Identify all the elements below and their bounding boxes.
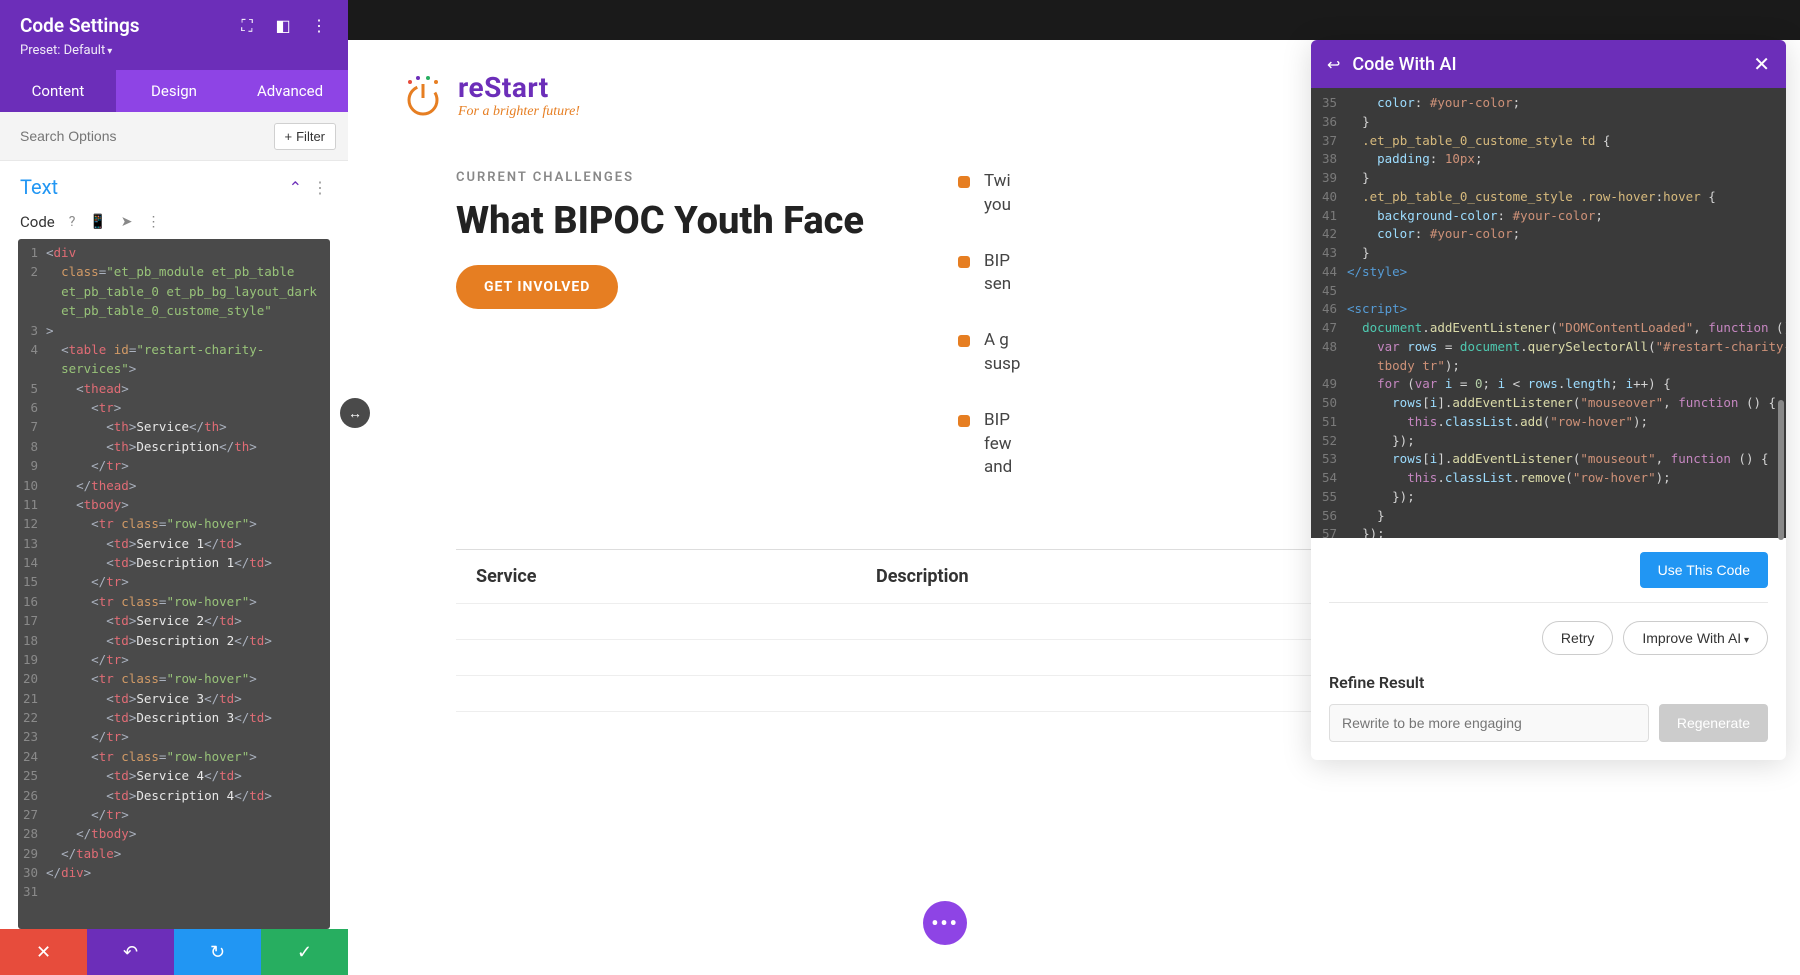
resize-handle[interactable]: ↔ xyxy=(340,398,370,428)
bullet-text: Twi you xyxy=(984,170,1024,218)
cursor-icon[interactable]: ➤ xyxy=(121,214,133,230)
bullet-icon xyxy=(958,256,970,268)
mobile-icon[interactable]: 📱 xyxy=(89,214,106,230)
logo-text: reStart xyxy=(458,71,580,104)
bullet-icon xyxy=(958,176,970,188)
cta-button[interactable]: GET INVOLVED xyxy=(456,265,618,309)
filter-button[interactable]: +Filter xyxy=(274,123,336,150)
help-icon[interactable]: ? xyxy=(69,214,76,230)
search-input[interactable] xyxy=(12,122,274,150)
ai-code-output[interactable]: 35 color: #your-color;36 }37 .et_pb_tabl… xyxy=(1311,88,1786,538)
close-icon[interactable]: ✕ xyxy=(1753,52,1770,76)
settings-sidebar: Code Settings ⛶ ◧ ⋮ Preset: Default▾ Con… xyxy=(0,0,348,975)
redo-button[interactable]: ↻ xyxy=(174,929,261,975)
panel-icon[interactable]: ◧ xyxy=(274,17,292,35)
fab-button[interactable]: ••• xyxy=(923,901,967,945)
bullet-icon xyxy=(958,415,970,427)
settings-tabs: Content Design Advanced xyxy=(0,70,348,112)
ai-panel-header: ↩ Code With AI ✕ xyxy=(1311,40,1786,88)
bullet-text: BIP sen xyxy=(984,250,1024,298)
logo-tagline: For a brighter future! xyxy=(458,104,580,120)
bullet-text: A g susp xyxy=(984,329,1024,377)
sidebar-title: Code Settings xyxy=(20,14,140,37)
cancel-button[interactable]: ✕ xyxy=(0,929,87,975)
improve-button[interactable]: Improve With AI xyxy=(1623,621,1768,655)
bullet-icon xyxy=(958,335,970,347)
ai-panel-title: Code With AI xyxy=(1352,54,1456,75)
search-row: +Filter xyxy=(0,112,348,161)
scrollbar[interactable] xyxy=(1778,400,1784,540)
ai-panel: ↩ Code With AI ✕ 35 color: #your-color;3… xyxy=(1311,40,1786,760)
tab-content[interactable]: Content xyxy=(0,70,116,112)
section-title: Text xyxy=(20,175,58,199)
section-more-icon[interactable]: ⋮ xyxy=(312,178,328,197)
refine-label: Refine Result xyxy=(1329,673,1768,692)
undo-button[interactable]: ↶ xyxy=(87,929,174,975)
bullet-text: BIP few and xyxy=(984,409,1024,480)
preset-selector[interactable]: Preset: Default▾ xyxy=(20,43,328,58)
use-code-button[interactable]: Use This Code xyxy=(1640,552,1768,588)
code-label: Code xyxy=(20,213,55,231)
tab-advanced[interactable]: Advanced xyxy=(232,70,348,112)
regenerate-button[interactable]: Regenerate xyxy=(1659,704,1768,742)
back-icon[interactable]: ↩ xyxy=(1327,55,1340,74)
retry-button[interactable]: Retry xyxy=(1542,621,1613,655)
code-more-icon[interactable]: ⋮ xyxy=(147,214,161,230)
plus-icon: + xyxy=(285,129,293,144)
refine-input[interactable] xyxy=(1329,704,1649,742)
code-label-row: Code ? 📱 ➤ ⋮ xyxy=(0,207,348,239)
section-header: Text ⌃ ⋮ xyxy=(0,161,348,207)
collapse-icon[interactable]: ⌃ xyxy=(289,178,302,197)
sidebar-header: Code Settings ⛶ ◧ ⋮ Preset: Default▾ xyxy=(0,0,348,70)
bullet-list: Twi you BIP sen A g susp BIP few and xyxy=(958,170,1024,512)
expand-icon[interactable]: ⛶ xyxy=(238,17,256,35)
logo[interactable]: reStart For a brighter future! xyxy=(398,70,580,120)
save-button[interactable]: ✓ xyxy=(261,929,348,975)
table-header-description: Description xyxy=(876,566,969,587)
table-header-service: Service xyxy=(476,566,876,587)
logo-mark-icon xyxy=(398,70,448,120)
bottom-actions: ✕ ↶ ↻ ✓ xyxy=(0,929,348,975)
code-editor[interactable]: 1<div2 class="et_pb_module et_pb_table e… xyxy=(18,239,330,929)
more-icon[interactable]: ⋮ xyxy=(310,17,328,35)
tab-design[interactable]: Design xyxy=(116,70,232,112)
